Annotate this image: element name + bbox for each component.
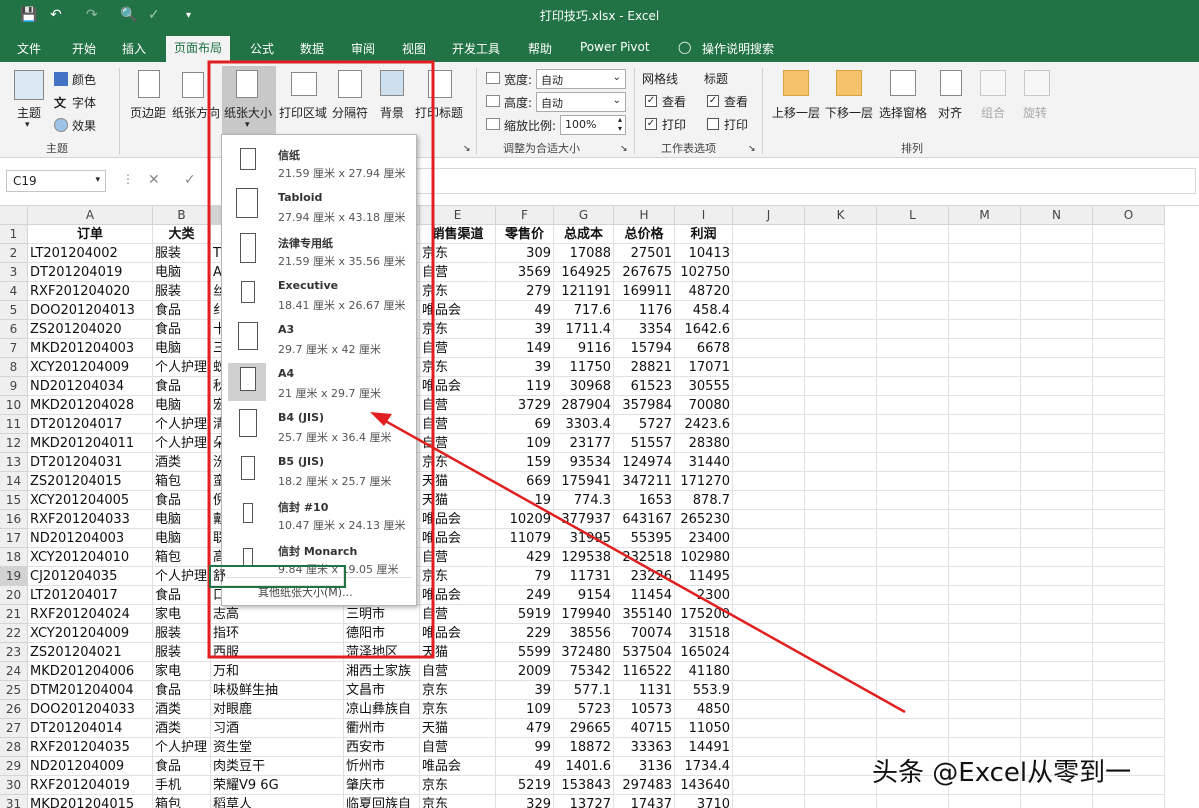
annotation-arrow-line (379, 416, 906, 714)
table-cell[interactable]: 舒 (209, 565, 346, 588)
watermark: 头条 @Excel从零到一 (872, 758, 1132, 788)
annotation-overlay (207, 60, 906, 714)
